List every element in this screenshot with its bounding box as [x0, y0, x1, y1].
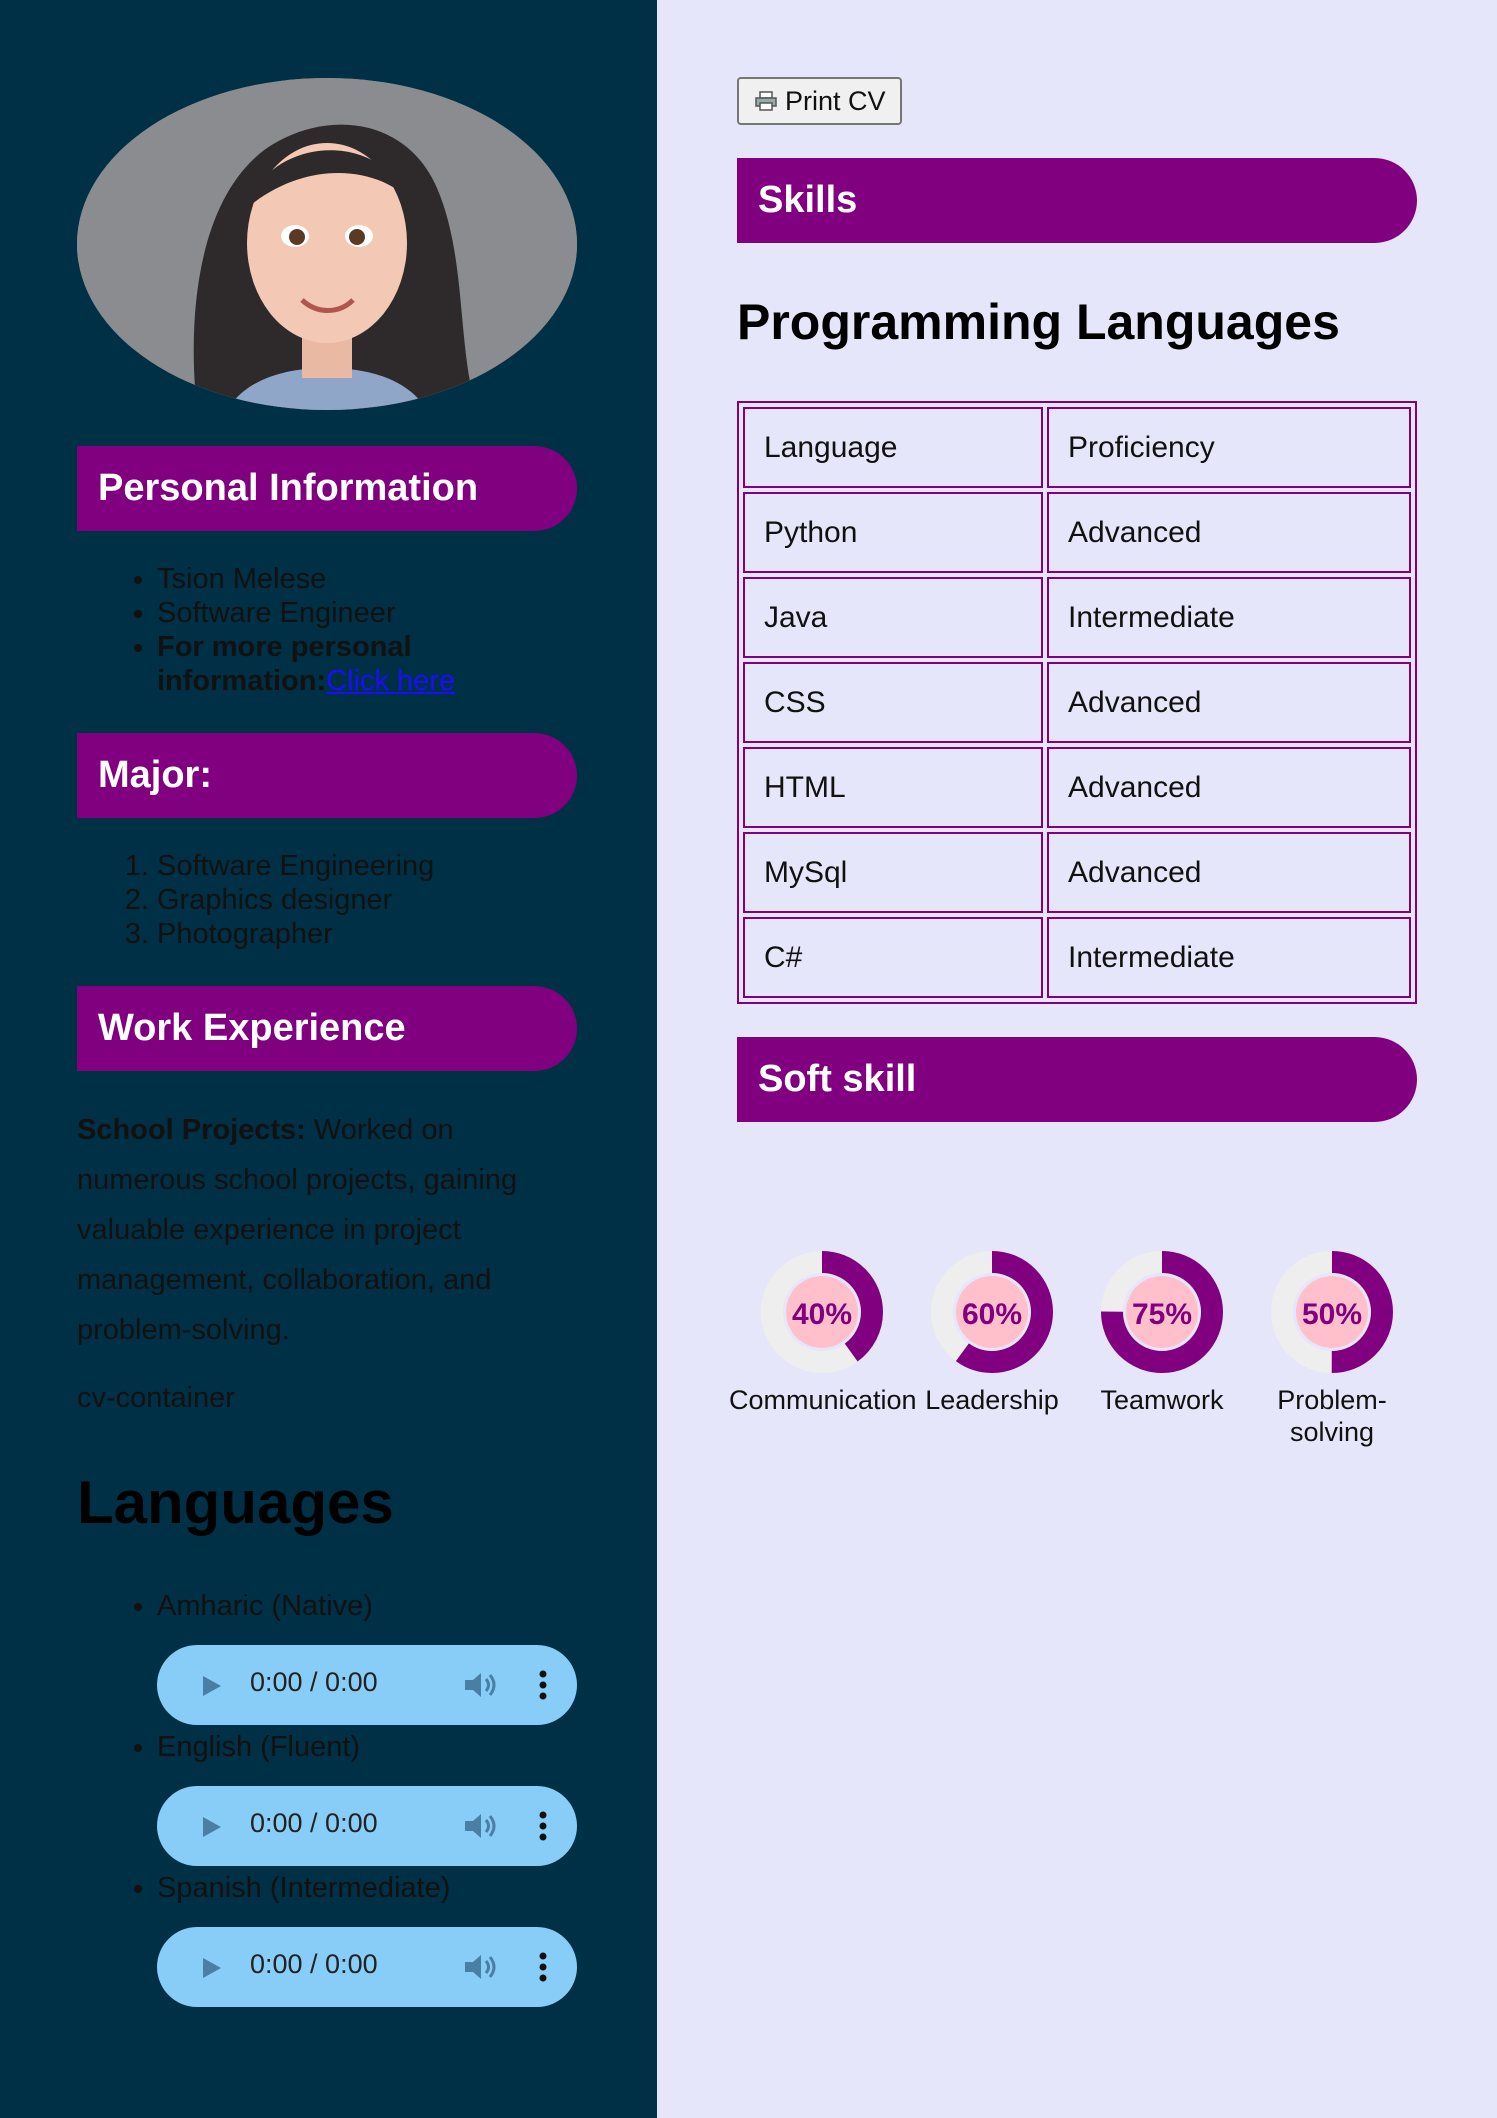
work-text: Worked on numerous school projects, gain…: [77, 1114, 518, 1346]
major-list: Software Engineering Graphics designer P…: [157, 849, 577, 951]
major-heading: Major:: [77, 733, 577, 818]
table-cell: Python: [743, 492, 1043, 573]
table-cell: CSS: [743, 662, 1043, 743]
work-description: School Projects: Worked on numerous scho…: [77, 1105, 577, 1355]
table-cell: Advanced: [1047, 747, 1411, 828]
play-icon[interactable]: [201, 1956, 223, 1980]
work-label: School Projects:: [77, 1114, 306, 1146]
soft-skill-gauge: 60% Leadership: [907, 1250, 1077, 1416]
table-row: C# Intermediate: [743, 917, 1411, 998]
gauge-label: Communication: [729, 1385, 915, 1415]
table-row: HTML Advanced: [743, 747, 1411, 828]
audio-time: 0:00 / 0:00: [250, 1667, 378, 1697]
gauge-label: Leadership: [925, 1385, 1059, 1415]
language-label: Spanish (Intermediate): [157, 1872, 451, 1904]
table-header-cell: Language: [743, 407, 1043, 488]
table-cell: Intermediate: [1047, 577, 1411, 658]
gauge-percent: 60%: [961, 1298, 1023, 1331]
volume-icon[interactable]: [463, 1670, 497, 1700]
audio-player[interactable]: 0:00 / 0:00: [157, 1927, 577, 2007]
audio-player[interactable]: 0:00 / 0:00: [157, 1786, 577, 1866]
table-header-row: Language Proficiency: [743, 407, 1411, 488]
languages-list: Amharic (Native) 0:00 / 0:00 English (Fl…: [157, 1590, 577, 2013]
table-cell: Advanced: [1047, 832, 1411, 913]
gauge-label: Teamwork: [1100, 1385, 1224, 1415]
gauge-label: Problem-solving: [1277, 1385, 1387, 1447]
table-cell: Advanced: [1047, 662, 1411, 743]
table-row: MySql Advanced: [743, 832, 1411, 913]
gauge-percent: 75%: [1131, 1298, 1193, 1331]
soft-skill-heading: Soft skill: [737, 1037, 1417, 1122]
more-vertical-icon[interactable]: [539, 1810, 547, 1842]
table-row: Python Advanced: [743, 492, 1411, 573]
personal-info-list: Tsion Melese Software Engineer For more …: [157, 562, 577, 698]
soft-skill-gauge: 50% Problem-solving: [1247, 1250, 1417, 1448]
programming-languages-title: Programming Languages: [737, 294, 1340, 350]
table-cell: HTML: [743, 747, 1043, 828]
major-item: Software Engineering: [157, 849, 577, 883]
more-info-item: For more personal information:Click here: [157, 630, 577, 698]
soft-skill-gauge: 40% Communication: [729, 1250, 915, 1416]
language-label: English (Fluent): [157, 1731, 361, 1763]
programming-languages-table: Language Proficiency Python Advanced Jav…: [737, 401, 1417, 1004]
major-item: Photographer: [157, 917, 577, 951]
person-title: Software Engineer: [157, 596, 577, 630]
printer-icon: [755, 91, 777, 111]
profile-photo: [77, 78, 577, 410]
sidebar: Personal Information Tsion Melese Softwa…: [0, 0, 657, 2118]
more-vertical-icon[interactable]: [539, 1951, 547, 1983]
table-header-cell: Proficiency: [1047, 407, 1411, 488]
volume-icon[interactable]: [463, 1811, 497, 1841]
personal-info-heading: Personal Information: [77, 446, 577, 531]
languages-heading: Languages: [77, 1469, 394, 1536]
language-label: Amharic (Native): [157, 1590, 373, 1622]
table-cell: MySql: [743, 832, 1043, 913]
more-vertical-icon[interactable]: [539, 1669, 547, 1701]
cv-container-text: cv-container: [77, 1382, 235, 1414]
audio-player[interactable]: 0:00 / 0:00: [157, 1645, 577, 1725]
gauge-percent: 40%: [791, 1298, 853, 1331]
table-row: Java Intermediate: [743, 577, 1411, 658]
soft-skill-gauges: 40% Communication 60% Leadership 75% Tea…: [729, 1250, 1417, 1480]
table-cell: Advanced: [1047, 492, 1411, 573]
audio-time: 0:00 / 0:00: [250, 1949, 378, 1979]
language-item: English (Fluent) 0:00 / 0:00: [157, 1731, 577, 1872]
print-cv-button[interactable]: Print CV: [737, 77, 902, 125]
more-info-link[interactable]: Click here: [326, 665, 455, 697]
play-icon[interactable]: [201, 1815, 223, 1839]
person-name: Tsion Melese: [157, 562, 577, 596]
work-experience-heading: Work Experience: [77, 986, 577, 1071]
gauge-percent: 50%: [1301, 1298, 1363, 1331]
language-item: Spanish (Intermediate) 0:00 / 0:00: [157, 1872, 577, 2013]
table-cell: C#: [743, 917, 1043, 998]
print-cv-label: Print CV: [785, 85, 886, 116]
cv-page: Personal Information Tsion Melese Softwa…: [0, 0, 1497, 2118]
table-cell: Java: [743, 577, 1043, 658]
audio-time: 0:00 / 0:00: [250, 1808, 378, 1838]
table-row: CSS Advanced: [743, 662, 1411, 743]
play-icon[interactable]: [201, 1674, 223, 1698]
soft-skill-gauge: 75% Teamwork: [1077, 1250, 1247, 1416]
volume-icon[interactable]: [463, 1952, 497, 1982]
major-item: Graphics designer: [157, 883, 577, 917]
skills-heading: Skills: [737, 158, 1417, 243]
language-item: Amharic (Native) 0:00 / 0:00: [157, 1590, 577, 1731]
table-cell: Intermediate: [1047, 917, 1411, 998]
